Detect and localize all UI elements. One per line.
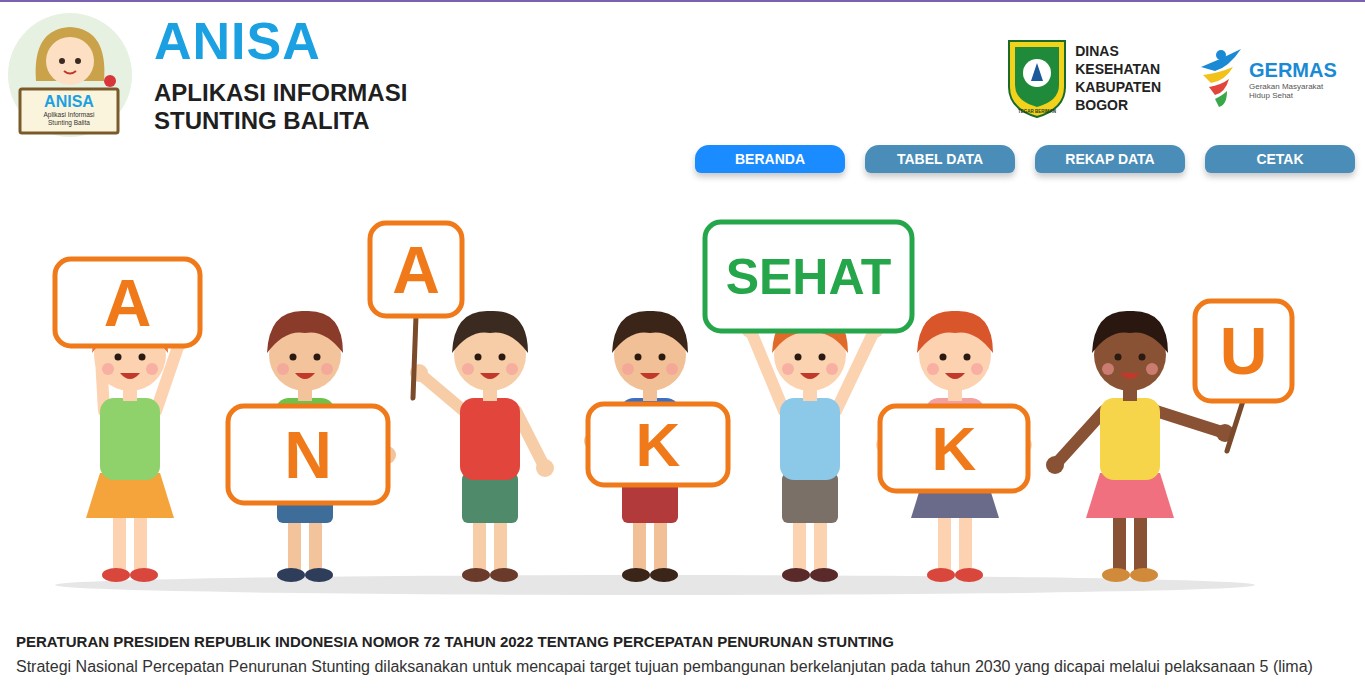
nav-bar: BERANDA TABEL DATA REKAP DATA CETAK [0,139,1365,173]
svg-text:U: U [1220,314,1268,388]
letter-sign: N [228,406,388,503]
brand: ANISAAplikasi InformasiStunting BalitaAN… [6,11,407,139]
svg-text:Gerakan Masyarakat: Gerakan Masyarakat [1249,82,1324,91]
svg-text:SEHAT: SEHAT [726,249,892,305]
bogor-crest-icon: TEGAR BERIMAN [1005,37,1069,119]
article-heading: PERATURAN PRESIDEN REPUBLIK INDONESIA NO… [16,633,1349,650]
letter-sign: A [55,259,200,346]
child-figure [410,311,554,582]
app-title: ANISA [154,15,407,67]
svg-text:N: N [284,418,332,492]
letter-sign: A [370,223,462,398]
svg-text:Stunting Balita: Stunting Balita [48,119,90,127]
svg-text:A: A [104,266,152,340]
svg-text:Hidup Sehat: Hidup Sehat [1249,91,1294,100]
svg-text:Aplikasi Informasi: Aplikasi Informasi [44,111,95,119]
svg-text:K: K [636,410,681,479]
letter-sign: SEHAT [705,222,912,331]
child-figure [86,311,189,582]
nav-button[interactable]: TABEL DATA [865,145,1015,173]
svg-text:GERMAS: GERMAS [1249,59,1337,81]
letter-sign: U [1195,301,1292,451]
child-figure [741,311,884,582]
child-figure [584,311,730,582]
article-paragraph: Strategi Nasional Percepatan Penurunan S… [16,656,1349,678]
anisa-logo-icon: ANISAAplikasi InformasiStunting Balita [6,11,134,139]
svg-text:A: A [392,233,440,307]
svg-text:TEGAR BERIMAN: TEGAR BERIMAN [1018,109,1056,114]
svg-text:K: K [932,414,977,483]
children-illustration-icon: A A N K SEHAT K U [15,183,1310,623]
agency-name: DINASKESEHATANKABUPATENBOGOR [1075,42,1161,114]
letter-sign: K [880,406,1028,491]
partner-logos: TEGAR BERIMAN DINASKESEHATANKABUPATENBOGO… [1005,37,1337,119]
nav-button[interactable]: BERANDA [695,145,845,173]
agency-logo: TEGAR BERIMAN DINASKESEHATANKABUPATENBOGO… [1005,37,1161,119]
germas-logo-icon: GERMASGerakan MasyarakatHidup Sehat [1195,45,1337,111]
letter-sign: K [588,404,728,485]
child-figure [876,311,1032,582]
brand-text: ANISA APLIKASI INFORMASISTUNTING BALITA [154,11,407,135]
nav-button[interactable]: REKAP DATA [1035,145,1185,173]
child-figure [228,311,396,582]
hero-illustration: A A N K SEHAT K U [15,183,1310,623]
svg-text:ANISA: ANISA [44,93,94,110]
header: ANISAAplikasi InformasiStunting BalitaAN… [0,2,1365,139]
nav-button[interactable]: CETAK [1205,145,1355,173]
app-subtitle: APLIKASI INFORMASISTUNTING BALITA [154,79,407,135]
page: ANISAAplikasi InformasiStunting BalitaAN… [0,2,1365,699]
article: PERATURAN PRESIDEN REPUBLIK INDONESIA NO… [0,623,1365,698]
